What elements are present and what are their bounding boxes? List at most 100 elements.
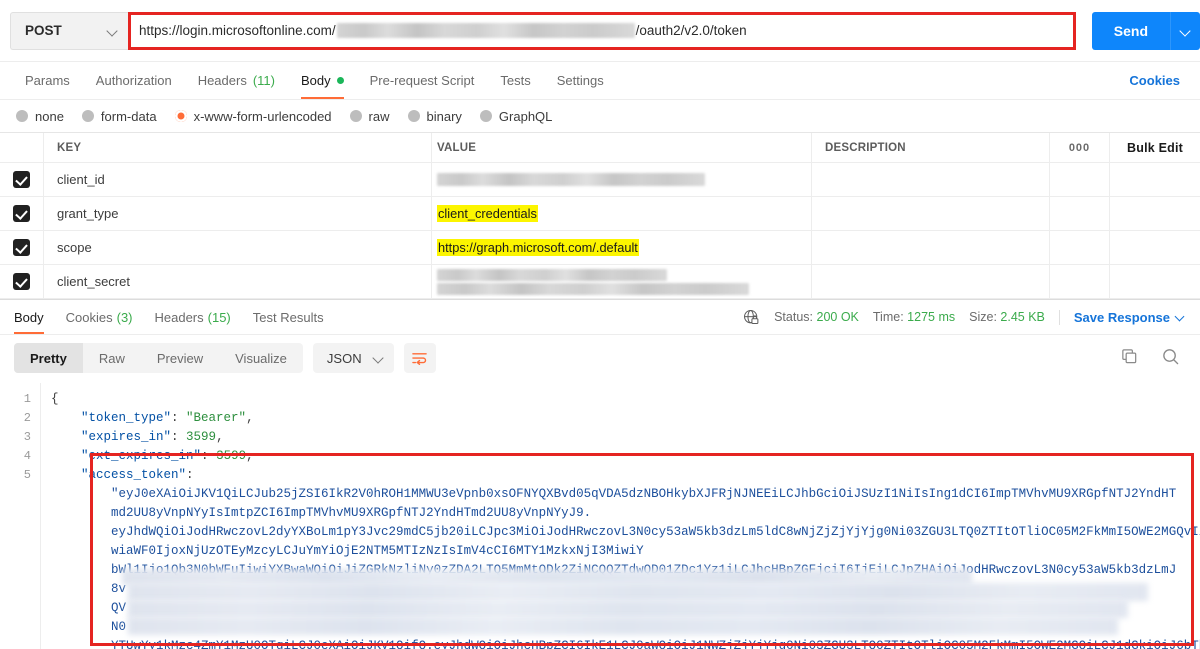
access-token-line: md2UU8yVnpNYyIsImtpZCI6ImpTMVhvMU9XRGpfN… xyxy=(111,506,592,520)
column-header-key: KEY xyxy=(44,133,432,162)
size-group: Size: 2.45 KB xyxy=(969,310,1045,324)
row-description-cell[interactable] xyxy=(812,163,1050,196)
response-format-select[interactable]: JSON xyxy=(312,343,394,373)
table-row[interactable]: client_secret xyxy=(0,265,1200,299)
tab-tests[interactable]: Tests xyxy=(487,62,543,99)
response-tab-cookies[interactable]: Cookies (3) xyxy=(55,300,144,334)
headers-count: (15) xyxy=(207,309,231,325)
tab-label: Authorization xyxy=(95,73,172,88)
body-type-label: x-www-form-urlencoded xyxy=(193,108,332,124)
tab-pre-request-script[interactable]: Pre-request Script xyxy=(357,62,488,99)
table-row[interactable]: grant_type client_credentials xyxy=(0,197,1200,231)
json-value-expires-in: 3599 xyxy=(186,430,217,444)
send-button[interactable]: Send xyxy=(1091,11,1170,50)
response-tab-test-results[interactable]: Test Results xyxy=(242,300,335,334)
response-view-segmented-control: Pretty Raw Preview Visualize xyxy=(14,343,303,373)
row-value-text: https://graph.microsoft.com/.default xyxy=(437,239,639,256)
tab-authorization[interactable]: Authorization xyxy=(83,62,185,99)
row-checkbox[interactable] xyxy=(13,205,30,222)
table-row[interactable]: scope https://graph.microsoft.com/.defau… xyxy=(0,231,1200,265)
row-checkbox[interactable] xyxy=(13,239,30,256)
row-key-text: grant_type xyxy=(57,206,119,221)
row-options-cell xyxy=(1050,197,1110,230)
line-number: 2 xyxy=(23,411,31,425)
network-globe-icon[interactable] xyxy=(743,309,760,326)
send-button-group: Send xyxy=(1091,11,1200,50)
send-options-button[interactable] xyxy=(1170,11,1200,50)
body-type-none[interactable]: none xyxy=(16,109,64,124)
row-checkbox[interactable] xyxy=(13,273,30,290)
row-description-cell[interactable] xyxy=(812,197,1050,230)
url-bar: POST https://login.microsoftonline.com/ /… xyxy=(0,0,1200,62)
view-pretty-button[interactable]: Pretty xyxy=(14,343,83,373)
wrap-lines-button[interactable] xyxy=(403,343,436,373)
row-description-cell[interactable] xyxy=(812,265,1050,298)
body-type-binary[interactable]: binary xyxy=(407,109,462,124)
row-description-cell[interactable] xyxy=(812,231,1050,264)
body-type-raw[interactable]: raw xyxy=(349,109,390,124)
time-value: 1275 ms xyxy=(907,310,956,324)
save-response-button[interactable]: Save Response xyxy=(1058,309,1186,325)
access-token-line-redacted: N0 xyxy=(111,620,127,634)
redacted-value xyxy=(437,173,705,186)
row-value-cell[interactable] xyxy=(432,163,812,196)
view-visualize-button[interactable]: Visualize xyxy=(219,343,303,373)
cookies-count: (3) xyxy=(116,309,133,325)
chevron-down-icon xyxy=(1181,26,1191,36)
row-value-cell[interactable] xyxy=(432,265,812,298)
body-type-graphql[interactable]: GraphQL xyxy=(479,109,552,124)
copy-icon[interactable] xyxy=(1120,347,1139,369)
search-icon[interactable] xyxy=(1161,347,1180,369)
row-key-cell[interactable]: client_secret xyxy=(44,265,432,298)
url-redacted-tenant xyxy=(336,23,635,38)
bulk-edit-button[interactable]: Bulk Edit xyxy=(1110,133,1200,162)
cookies-link[interactable]: Cookies xyxy=(1121,62,1188,99)
row-bulk-cell xyxy=(1110,265,1200,298)
tab-settings[interactable]: Settings xyxy=(544,62,617,99)
tab-body[interactable]: Body xyxy=(288,62,357,99)
request-tabs: Params Authorization Headers (11) Body P… xyxy=(0,62,1200,100)
row-checkbox-cell xyxy=(0,197,44,230)
redacted-token-overlay xyxy=(128,617,1118,635)
line-number: 3 xyxy=(23,430,31,444)
status-label: Status: xyxy=(774,310,814,324)
access-token-line: eyJhdWQiOiJodHRwczovL2dyYXBoLm1pY3Jvc29m… xyxy=(111,525,1200,539)
status-value: 200 OK xyxy=(816,310,859,324)
table-row[interactable]: client_id xyxy=(0,163,1200,197)
response-tab-body[interactable]: Body xyxy=(14,300,55,334)
body-type-form-data[interactable]: form-data xyxy=(81,109,157,124)
body-type-x-www-form-urlencoded[interactable]: x-www-form-urlencoded xyxy=(174,108,332,124)
json-key-expires-in: "expires_in" xyxy=(81,430,172,444)
response-tab-label: Headers xyxy=(154,309,204,325)
response-toolbar-actions xyxy=(1120,347,1186,369)
row-checkbox[interactable] xyxy=(13,171,30,188)
view-preview-button[interactable]: Preview xyxy=(141,343,219,373)
tab-label: Body xyxy=(300,73,331,88)
row-key-cell[interactable]: grant_type xyxy=(44,197,432,230)
row-key-text: client_secret xyxy=(57,274,130,289)
table-options-button[interactable]: 000 xyxy=(1050,133,1110,162)
row-value-cell[interactable]: client_credentials xyxy=(432,197,812,230)
row-key-cell[interactable]: client_id xyxy=(44,163,432,196)
tab-headers[interactable]: Headers (11) xyxy=(185,62,288,99)
url-input[interactable]: https://login.microsoftonline.com/ /oauth… xyxy=(128,11,1076,50)
row-bulk-cell xyxy=(1110,163,1200,196)
row-key-text: client_id xyxy=(57,172,105,187)
row-key-cell[interactable]: scope xyxy=(44,231,432,264)
radio-icon xyxy=(81,110,94,122)
status-group: Status: 200 OK xyxy=(774,310,859,324)
row-value-cell[interactable]: https://graph.microsoft.com/.default xyxy=(432,231,812,264)
line-number: 4 xyxy=(23,449,31,463)
chevron-down-icon xyxy=(1176,312,1186,322)
json-key-access-token: "access_token" xyxy=(81,468,187,482)
save-response-label: Save Response xyxy=(1073,309,1170,325)
row-checkbox-cell xyxy=(0,163,44,196)
form-urlencoded-table: KEY VALUE DESCRIPTION 000 Bulk Edit clie… xyxy=(0,132,1200,299)
view-raw-button[interactable]: Raw xyxy=(83,343,141,373)
redacted-token-overlay xyxy=(128,583,1148,601)
response-tab-headers[interactable]: Headers (15) xyxy=(144,300,242,334)
http-method-select[interactable]: POST xyxy=(10,11,128,50)
url-prefix-text: https://login.microsoftonline.com/ xyxy=(139,23,336,38)
redacted-token-overlay xyxy=(128,600,1128,618)
tab-params[interactable]: Params xyxy=(12,62,83,99)
